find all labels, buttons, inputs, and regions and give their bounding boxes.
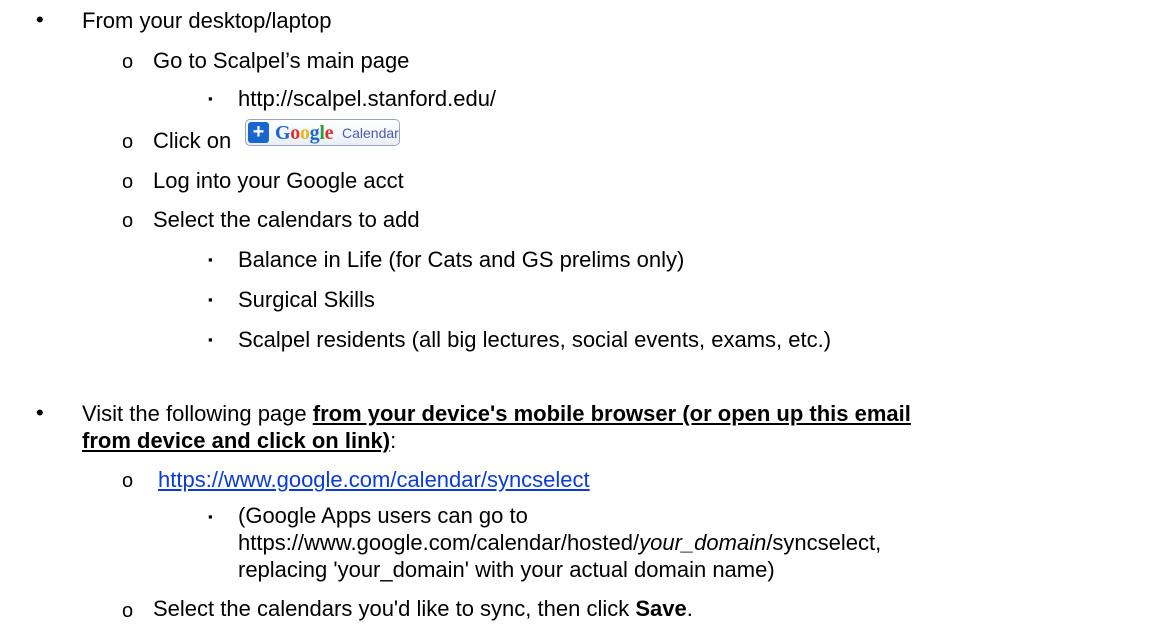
sub-bullet: o: [122, 51, 134, 73]
bullet: •: [36, 400, 44, 425]
calendar-item: Balance in Life (for Cats and GS prelims…: [238, 247, 685, 272]
square-bullet: ▪: [208, 252, 213, 267]
square-bullet: ▪: [208, 509, 213, 524]
apps-note-url-a: https://www.google.com/calendar/hosted/: [238, 530, 640, 555]
save-word: Save: [635, 596, 687, 621]
calendar-item: Scalpel residents (all big lectures, soc…: [238, 327, 832, 352]
calendar-item: Surgical Skills: [238, 287, 375, 312]
plus-icon: +: [248, 122, 269, 143]
square-bullet: ▪: [208, 332, 213, 347]
mobile-instruction: Visit the following page from your devic…: [82, 401, 911, 427]
sync-period: .: [686, 596, 693, 621]
google-logo-letter: g: [309, 122, 320, 144]
step-click-on: Click on: [153, 128, 232, 153]
google-logo-letter: e: [324, 122, 334, 144]
apps-note-3: replacing 'your_domain' with your actual…: [238, 557, 775, 582]
bullet: •: [36, 7, 44, 32]
sync-text: Select the calendars you'd like to sync,…: [153, 596, 636, 621]
mobile-emphasis: from your device's mobile browser (or op…: [312, 401, 911, 426]
square-bullet: ▪: [208, 91, 213, 106]
google-logo-letter: o: [299, 122, 310, 144]
sub-bullet: o: [122, 131, 134, 153]
syncselect-link[interactable]: https://www.google.com/calendar/syncsele…: [158, 467, 590, 493]
mobile-prefix: Visit the following page: [82, 401, 313, 426]
square-bullet: ▪: [208, 292, 213, 307]
apps-note-1: (Google Apps users can go to: [238, 503, 528, 528]
step-main-page: Go to Scalpel’s main page: [153, 48, 410, 73]
sub-bullet: o: [122, 210, 134, 232]
google-logo-letter: G: [275, 122, 291, 144]
sub-bullet: o: [122, 470, 134, 492]
step-login: Log into your Google acct: [153, 168, 404, 193]
apps-note-2: https://www.google.com/calendar/hosted/y…: [238, 530, 881, 556]
sub-bullet: o: [122, 600, 134, 622]
step-select-calendars: Select the calendars to add: [153, 207, 420, 232]
apps-note-domain: your_domain: [639, 530, 767, 555]
sub-bullet: o: [122, 171, 134, 193]
calendar-label: Calendar: [342, 125, 399, 141]
mobile-emphasis-cont: from device and click on link): [82, 428, 391, 453]
google-logo: Google: [275, 121, 334, 145]
scalpel-url: http://scalpel.stanford.edu/: [238, 86, 497, 111]
google-logo-letter: o: [290, 122, 300, 144]
add-google-calendar-button[interactable]: + Google Calendar: [245, 119, 400, 146]
step-sync-save: Select the calendars you'd like to sync,…: [153, 596, 693, 622]
mobile-instruction-cont: from device and click on link):: [82, 428, 396, 454]
mobile-suffix: :: [390, 428, 397, 453]
desktop-heading: From your desktop/laptop: [82, 8, 332, 33]
apps-note-url-b: /syncselect,: [766, 530, 882, 555]
